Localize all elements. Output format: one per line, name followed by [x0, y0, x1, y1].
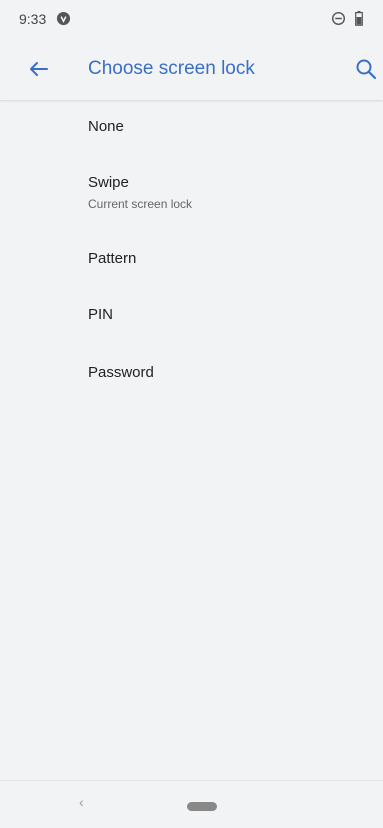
notification-icon [56, 11, 71, 26]
lock-option-pin[interactable]: PIN [0, 284, 383, 340]
lock-option-none[interactable]: None [0, 100, 383, 156]
status-time: 9:33 [19, 11, 47, 27]
app-bar: Choose screen lock [0, 38, 383, 100]
lock-option-title: PIN [88, 306, 114, 323]
search-button[interactable] [350, 53, 382, 85]
battery-icon [355, 11, 363, 26]
back-button[interactable] [22, 53, 54, 85]
do-not-disturb-icon [331, 11, 346, 26]
lock-option-title: Pattern [88, 250, 137, 267]
lock-option-pattern[interactable]: Pattern [0, 228, 383, 284]
back-arrow-icon [30, 62, 48, 76]
lock-option-summary: Current screen lock [88, 197, 193, 211]
lock-option-title: Password [88, 364, 154, 381]
status-bar: 9:33 [0, 0, 383, 38]
navigation-bar: ‹ [0, 780, 383, 828]
lock-option-title: Swipe [88, 174, 129, 191]
nav-back-button[interactable]: ‹ [79, 794, 84, 810]
nav-home-button[interactable] [187, 802, 217, 811]
lock-option-password[interactable]: Password [0, 340, 383, 396]
lock-option-swipe[interactable]: Swipe Current screen lock [0, 156, 383, 228]
lock-option-title: None [88, 118, 124, 135]
page-title: Choose screen lock [88, 58, 255, 79]
search-icon [356, 59, 377, 80]
